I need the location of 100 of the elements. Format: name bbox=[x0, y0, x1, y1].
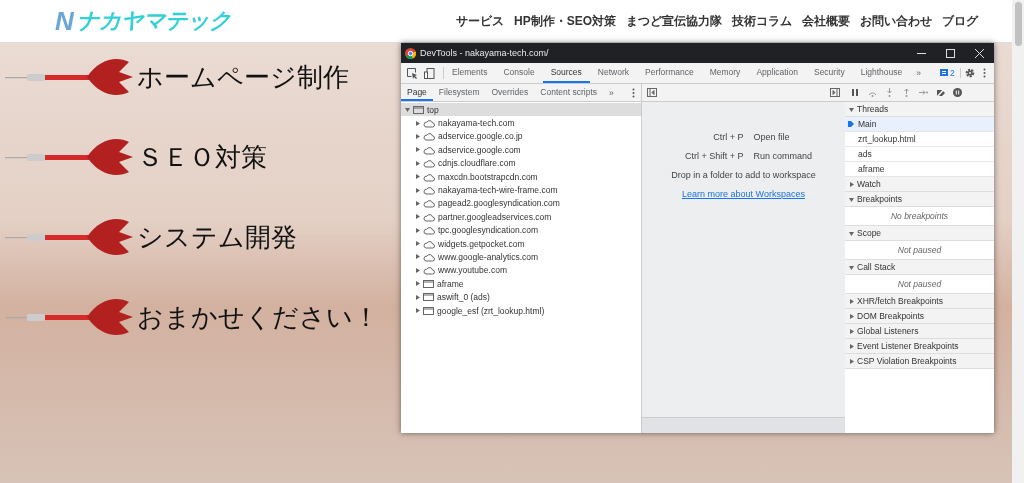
collapsed-arrow-icon[interactable] bbox=[415, 133, 420, 139]
tree-item[interactable]: aswift_0 (ads) bbox=[401, 290, 641, 304]
scrollbar[interactable] bbox=[1012, 0, 1024, 483]
section-header[interactable]: DOM Breakpoints bbox=[845, 309, 994, 324]
navigator-tab[interactable]: Filesystem bbox=[432, 84, 486, 101]
sidebar-toggle-icon[interactable] bbox=[647, 88, 657, 97]
thread-item[interactable]: Main bbox=[845, 117, 994, 132]
tree-item[interactable]: nakayama-tech.com bbox=[401, 116, 641, 130]
thread-item[interactable]: ads bbox=[845, 147, 994, 162]
tree-item[interactable]: cdnjs.cloudflare.com bbox=[401, 156, 641, 170]
section-header[interactable]: Global Listeners bbox=[845, 324, 994, 339]
panel-tab[interactable]: Console bbox=[495, 63, 543, 83]
tree-item[interactable]: maxcdn.bootstrapcdn.com bbox=[401, 169, 641, 184]
collapsed-arrow-icon[interactable] bbox=[849, 343, 854, 349]
issues-count: 2 bbox=[950, 68, 955, 78]
tree-label: adservice.google.com bbox=[438, 144, 521, 155]
navigator-tab[interactable]: Page bbox=[401, 84, 433, 101]
section-header[interactable]: Breakpoints bbox=[845, 192, 994, 207]
collapsed-arrow-icon[interactable] bbox=[849, 181, 854, 187]
collapsed-arrow-icon[interactable] bbox=[849, 313, 854, 319]
tree-item[interactable]: www.youtube.com bbox=[401, 263, 641, 278]
section-title: Threads bbox=[857, 104, 889, 114]
nav-link[interactable]: HP制作・SEO対策 bbox=[514, 12, 616, 30]
tree-item[interactable]: partner.googleadservices.com bbox=[401, 210, 641, 224]
section-header[interactable]: Event Listener Breakpoints bbox=[845, 339, 994, 354]
maximize-icon[interactable] bbox=[946, 48, 955, 58]
nav-link[interactable]: 技術コラム bbox=[732, 12, 792, 30]
collapsed-arrow-icon[interactable] bbox=[415, 200, 420, 206]
tree-item[interactable]: adservice.google.co.jp bbox=[401, 129, 641, 144]
collapsed-arrow-icon[interactable] bbox=[415, 254, 420, 260]
navigator-tab[interactable]: Content scripts bbox=[534, 84, 604, 101]
section-header[interactable]: Watch bbox=[845, 177, 994, 192]
panel-tab[interactable]: Application bbox=[748, 63, 806, 83]
panel-tab[interactable]: Elements bbox=[444, 63, 496, 83]
close-icon[interactable] bbox=[975, 48, 984, 58]
expanded-arrow-icon[interactable] bbox=[849, 264, 854, 270]
tree-item[interactable]: nakayama-tech-wire-frame.com bbox=[401, 183, 641, 197]
nav-link[interactable]: サービス bbox=[456, 12, 504, 30]
workspaces-link[interactable]: Learn more about Workspaces bbox=[682, 189, 805, 199]
tree-item[interactable]: top bbox=[401, 103, 641, 117]
step-icon[interactable] bbox=[919, 88, 928, 97]
pause-icon[interactable] bbox=[851, 88, 860, 97]
tree-item[interactable]: google_esf (zrt_lookup.html) bbox=[401, 303, 641, 318]
nav-link[interactable]: 会社概要 bbox=[802, 12, 850, 30]
tree-item[interactable]: adservice.google.com bbox=[401, 143, 641, 157]
more-options-icon[interactable] bbox=[983, 68, 986, 78]
more-options-icon[interactable] bbox=[632, 87, 635, 98]
step-out-icon[interactable] bbox=[902, 88, 911, 97]
panel-tab[interactable]: Memory bbox=[701, 63, 749, 83]
navigator-tab[interactable]: Overrides bbox=[485, 84, 535, 101]
device-icon[interactable] bbox=[424, 67, 435, 79]
collapsed-arrow-icon[interactable] bbox=[415, 241, 420, 247]
thread-item[interactable]: zrt_lookup.html bbox=[845, 132, 994, 147]
collapsed-arrow-icon[interactable] bbox=[415, 308, 420, 314]
collapsed-arrow-icon[interactable] bbox=[849, 328, 854, 334]
collapsed-arrow-icon[interactable] bbox=[415, 160, 420, 166]
tree-item[interactable]: www.google-analytics.com bbox=[401, 250, 641, 264]
collapsed-arrow-icon[interactable] bbox=[415, 267, 420, 273]
more-tabs-button[interactable]: » bbox=[910, 68, 927, 78]
tree-label: cdnjs.cloudflare.com bbox=[438, 158, 516, 169]
tree-item[interactable]: widgets.getpocket.com bbox=[401, 236, 641, 251]
step-into-icon[interactable] bbox=[885, 88, 894, 97]
tree-item[interactable]: pagead2.googlesyndication.com bbox=[401, 196, 641, 211]
collapsed-arrow-icon[interactable] bbox=[849, 358, 854, 364]
section-header[interactable]: XHR/fetch Breakpoints bbox=[845, 294, 994, 309]
collapsed-arrow-icon[interactable] bbox=[415, 187, 420, 193]
section-header[interactable]: Threads bbox=[845, 102, 994, 117]
tree-item[interactable]: aframe bbox=[401, 277, 641, 291]
deactivate-breakpoints-icon[interactable] bbox=[936, 88, 945, 97]
collapsed-arrow-icon[interactable] bbox=[415, 281, 420, 287]
pause-on-exceptions-icon[interactable] bbox=[953, 88, 962, 97]
inspect-cursor-icon[interactable] bbox=[407, 67, 418, 79]
section-header[interactable]: CSP Violation Breakpoints bbox=[845, 354, 994, 369]
panel-tab[interactable]: Lighthouse bbox=[852, 63, 911, 83]
expanded-arrow-icon[interactable] bbox=[849, 106, 854, 112]
tree-item[interactable]: tpc.googlesyndication.com bbox=[401, 223, 641, 237]
expanded-arrow-icon[interactable] bbox=[849, 196, 854, 202]
collapsed-arrow-icon[interactable] bbox=[415, 227, 420, 233]
expanded-arrow-icon[interactable] bbox=[405, 107, 410, 113]
collapsed-arrow-icon[interactable] bbox=[415, 174, 420, 180]
collapsed-arrow-icon[interactable] bbox=[415, 147, 420, 153]
more-tabs-button[interactable]: » bbox=[603, 87, 620, 98]
section-header[interactable]: Scope bbox=[845, 226, 994, 241]
collapsed-arrow-icon[interactable] bbox=[415, 214, 420, 220]
panel-tab[interactable]: Security bbox=[805, 63, 853, 83]
cloud-icon bbox=[423, 265, 435, 276]
panel-tab[interactable]: Performance bbox=[637, 63, 702, 83]
nav-link[interactable]: お問い合わせ bbox=[860, 12, 932, 30]
section-header[interactable]: Call Stack bbox=[845, 260, 994, 275]
collapsed-arrow-icon[interactable] bbox=[849, 298, 854, 304]
collapsed-arrow-icon[interactable] bbox=[415, 294, 420, 300]
collapsed-arrow-icon[interactable] bbox=[415, 120, 420, 126]
sidebar-toggle-icon[interactable] bbox=[830, 88, 840, 97]
nav-link[interactable]: まつど宣伝協力隊 bbox=[626, 12, 722, 30]
cloud-icon bbox=[423, 171, 435, 182]
nav-link[interactable]: ブログ bbox=[942, 12, 978, 30]
expanded-arrow-icon[interactable] bbox=[849, 230, 854, 236]
panel-tab[interactable]: Network bbox=[589, 63, 637, 83]
settings-icon[interactable] bbox=[965, 68, 975, 78]
issues-badge[interactable]: 2 bbox=[935, 68, 961, 78]
